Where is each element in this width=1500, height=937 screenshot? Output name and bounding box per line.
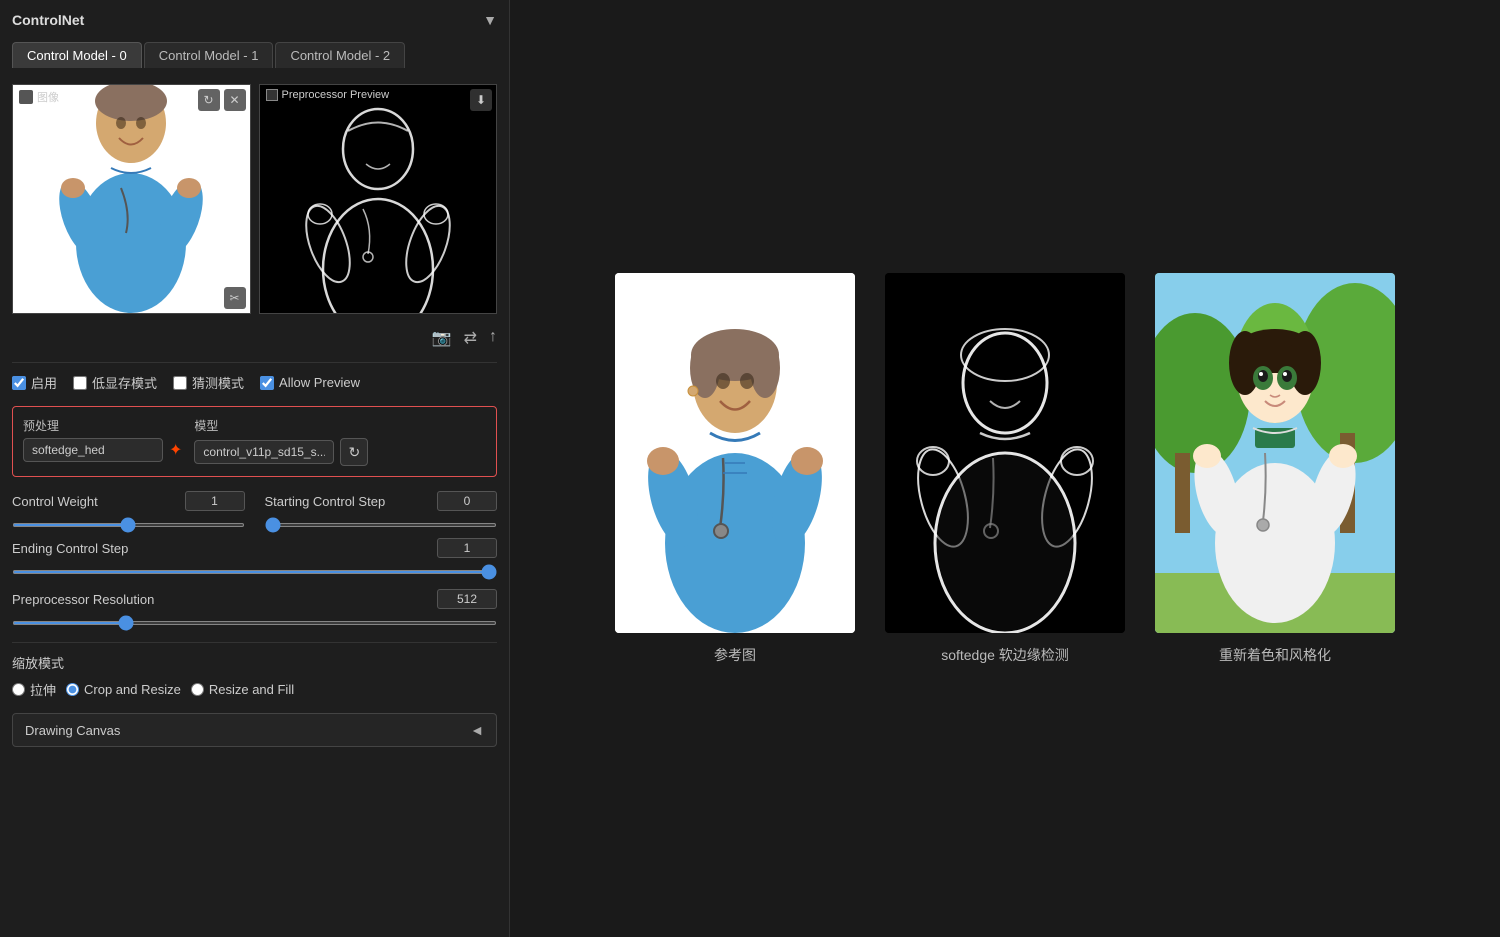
low-vram-option[interactable]: 低显存模式 [73, 373, 157, 392]
result-card-0: 参考图 [615, 273, 855, 665]
preprocessor-resolution-section: Preprocessor Resolution [12, 589, 497, 628]
drawing-canvas-label: Drawing Canvas [25, 723, 120, 738]
starting-control-step-slider[interactable] [265, 523, 498, 527]
source-image-controls: ↻ ✕ [198, 89, 246, 111]
model-label: 模型 [194, 417, 368, 434]
result-card-2: 重新着色和风格化 [1155, 273, 1395, 665]
panel-title: ControlNet [12, 12, 84, 28]
starting-control-step-label: Starting Control Step [265, 494, 386, 509]
refresh-model-button[interactable]: ↻ [340, 438, 368, 466]
model-field: 模型 control_v11p_sd15_s... ↻ [194, 417, 368, 466]
camera-icon[interactable]: 📷 [432, 328, 452, 348]
low-vram-checkbox[interactable] [73, 376, 87, 390]
zoom-resize-fill-label: Resize and Fill [209, 682, 294, 697]
swap-icon[interactable]: ⇄ [464, 328, 477, 348]
source-image-label: 图像 [19, 89, 59, 105]
model-select[interactable]: control_v11p_sd15_s... [194, 440, 334, 464]
result-card-1: softedge 软边缘检测 [885, 273, 1125, 665]
right-panel: 参考图 softedge 软边缘检测 [510, 0, 1500, 937]
control-weight-value[interactable] [185, 491, 245, 511]
zoom-crop-resize-radio[interactable] [66, 683, 79, 696]
options-row: 启用 低显存模式 猜测模式 Allow Preview [12, 373, 497, 392]
preprocessor-model-box: 预处理 softedge_hed ✦ 模型 control_v11p_sd15_… [12, 406, 497, 477]
tab-control-model-0[interactable]: Control Model - 0 [12, 42, 142, 68]
preprocessor-field: 预处理 softedge_hed ✦ [23, 417, 182, 466]
zoom-stretch-option[interactable]: 拉伸 [12, 680, 56, 699]
result-image-1 [885, 273, 1125, 633]
tab-control-model-2[interactable]: Control Model - 2 [275, 42, 405, 68]
drawing-canvas-row[interactable]: Drawing Canvas ◄ [12, 713, 497, 747]
starting-control-step-value[interactable] [437, 491, 497, 511]
preprocessor-resolution-value[interactable] [437, 589, 497, 609]
enable-option[interactable]: 启用 [12, 373, 57, 392]
close-source-button[interactable]: ✕ [224, 89, 246, 111]
ending-control-step-value[interactable] [437, 538, 497, 558]
preview-image-checkbox [266, 89, 278, 101]
control-weight-slider[interactable] [12, 523, 245, 527]
guess-mode-option[interactable]: 猜测模式 [173, 373, 244, 392]
drawing-canvas-chevron: ◄ [470, 722, 484, 738]
sliders-pair-row: Control Weight Starting Control Step [12, 491, 497, 530]
zoom-crop-resize-option[interactable]: Crop and Resize [66, 682, 181, 697]
ending-control-step-slider[interactable] [12, 570, 497, 574]
result-image-2 [1155, 273, 1395, 633]
preview-image-box[interactable]: Preprocessor Preview ⬇ [259, 84, 498, 314]
left-panel: ControlNet ▼ Control Model - 0 Control M… [0, 0, 510, 937]
zoom-mode-label: 缩放模式 [12, 653, 497, 672]
zoom-mode-section: 缩放模式 拉伸 Crop and Resize Resize and Fill [12, 653, 497, 699]
download-preview-button[interactable]: ⬇ [470, 89, 492, 111]
result-image-0 [615, 273, 855, 633]
allow-preview-label: Allow Preview [279, 375, 360, 390]
zoom-crop-resize-label: Crop and Resize [84, 682, 181, 697]
preview-image-text: Preprocessor Preview [282, 89, 390, 101]
preview-image-label: Preprocessor Preview [266, 89, 390, 101]
source-image-text: 图像 [37, 89, 59, 105]
control-weight-section: Control Weight [12, 491, 245, 530]
zoom-resize-fill-option[interactable]: Resize and Fill [191, 682, 294, 697]
preprocessor-select[interactable]: softedge_hed [23, 438, 163, 462]
images-row: 图像 ↻ ✕ ✂ [12, 84, 497, 314]
starting-control-step-section: Starting Control Step [265, 491, 498, 530]
star-icon: ✦ [169, 440, 182, 460]
guess-mode-checkbox[interactable] [173, 376, 187, 390]
tabs-row: Control Model - 0 Control Model - 1 Cont… [12, 42, 497, 68]
model-inner: control_v11p_sd15_s... ↻ [194, 438, 368, 466]
zoom-mode-radio-group: 拉伸 Crop and Resize Resize and Fill [12, 680, 497, 699]
enable-label: 启用 [31, 373, 57, 392]
allow-preview-checkbox[interactable] [260, 376, 274, 390]
preprocessor-inner: softedge_hed ✦ [23, 438, 182, 462]
result-caption-1: softedge 软边缘检测 [941, 645, 1069, 665]
enable-checkbox[interactable] [12, 376, 26, 390]
tab-control-model-1[interactable]: Control Model - 1 [144, 42, 274, 68]
preprocessor-resolution-row: Preprocessor Resolution [12, 589, 497, 609]
result-caption-0: 参考图 [714, 645, 756, 665]
toolbar-row: 📷 ⇄ ↑ [12, 328, 497, 348]
starting-control-step-row: Starting Control Step [265, 491, 498, 511]
control-weight-row: Control Weight [12, 491, 245, 511]
allow-preview-option[interactable]: Allow Preview [260, 375, 360, 390]
preprocessor-label: 预处理 [23, 417, 182, 434]
control-weight-label: Control Weight [12, 494, 98, 509]
result-caption-2: 重新着色和风格化 [1219, 645, 1331, 665]
ending-control-step-row: Ending Control Step [12, 538, 497, 558]
image-icon [19, 90, 33, 104]
preprocessor-model-row: 预处理 softedge_hed ✦ 模型 control_v11p_sd15_… [23, 417, 486, 466]
low-vram-label: 低显存模式 [92, 373, 157, 392]
preprocessor-resolution-slider[interactable] [12, 621, 497, 625]
ending-control-step-section: Ending Control Step [12, 538, 497, 577]
preprocessor-resolution-label: Preprocessor Resolution [12, 592, 154, 607]
panel-collapse-icon[interactable]: ▼ [483, 12, 497, 28]
panel-header: ControlNet ▼ [12, 12, 497, 28]
upload-icon[interactable]: ↑ [489, 328, 497, 348]
zoom-stretch-radio[interactable] [12, 683, 25, 696]
zoom-stretch-label: 拉伸 [30, 680, 56, 699]
guess-mode-label: 猜测模式 [192, 373, 244, 392]
refresh-source-button[interactable]: ↻ [198, 89, 220, 111]
zoom-resize-fill-radio[interactable] [191, 683, 204, 696]
ending-control-step-label: Ending Control Step [12, 541, 128, 556]
source-image-box[interactable]: 图像 ↻ ✕ ✂ [12, 84, 251, 314]
scissors-button[interactable]: ✂ [224, 287, 246, 309]
